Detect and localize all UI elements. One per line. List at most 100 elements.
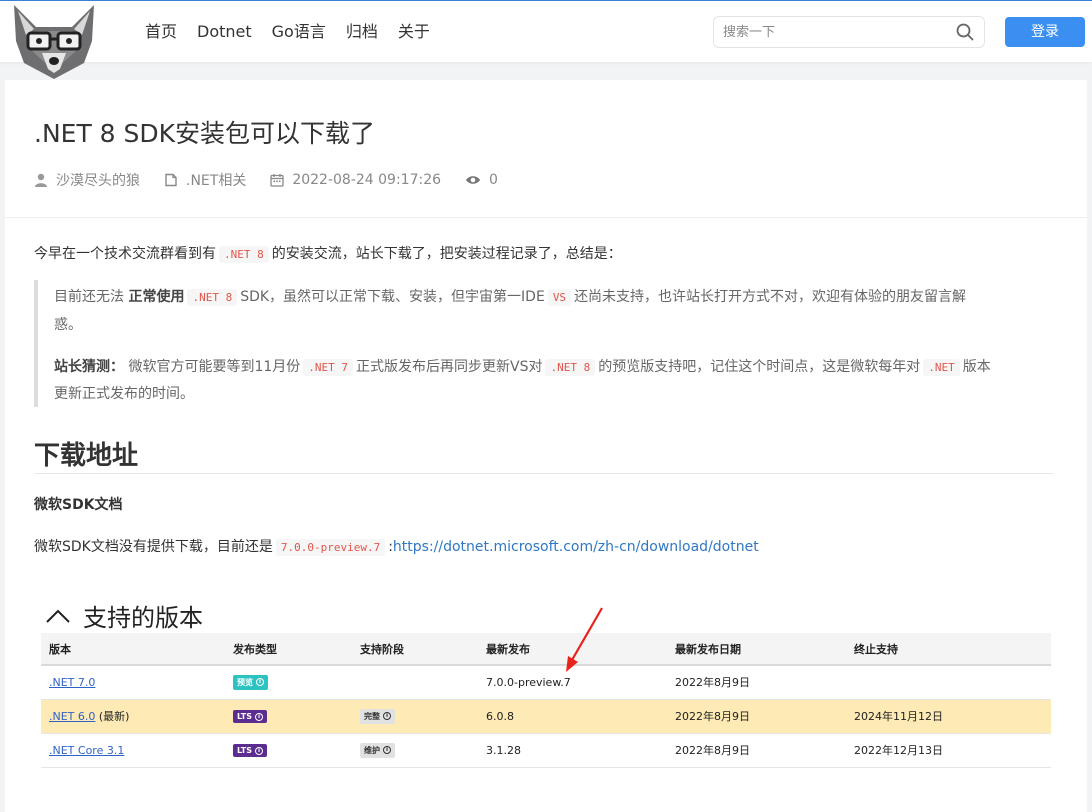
table-row: .NET 7.0 预览 i 7.0.0-preview.7 2022年8月9日: [41, 665, 1051, 700]
search-input[interactable]: [714, 17, 944, 47]
nav-item-archive[interactable]: 归档: [346, 21, 378, 43]
inline-code: .NET 8: [545, 359, 596, 376]
eol-cell: 2024年11月12日: [846, 699, 1051, 734]
versions-screenshot: 支持的版本 版本 发布类型 支持阶段 最新发布 最新发布日期 终止支持 .NET…: [41, 598, 1051, 778]
col-header: 版本: [41, 633, 225, 666]
calendar-icon: [270, 174, 284, 187]
view-count: 0: [489, 172, 498, 188]
subsection-heading: 微软SDK文档: [34, 497, 123, 513]
meta-author[interactable]: 沙漠尽头的狼: [34, 170, 140, 190]
nav-item-go[interactable]: Go语言: [272, 21, 326, 43]
info-icon[interactable]: i: [256, 678, 264, 687]
chevron-up-icon[interactable]: [45, 608, 71, 624]
quote-text: 正式版发布后再同步更新VS对: [356, 359, 543, 375]
col-header: 支持阶段: [352, 633, 478, 666]
section-divider: [34, 473, 1054, 474]
version-cell: .NET 7.0: [41, 665, 225, 700]
info-icon[interactable]: i: [383, 746, 391, 754]
meta-views: 0: [465, 172, 498, 188]
info-icon[interactable]: i: [255, 746, 263, 755]
user-icon: [35, 173, 47, 187]
type-cell: 预览 i: [225, 665, 352, 700]
release-type-badge: LTS i: [233, 710, 267, 723]
type-cell: LTS i: [225, 733, 352, 768]
badge-label: LTS: [237, 712, 252, 721]
release-type-badge: LTS i: [233, 744, 267, 757]
main-nav: 首页 Dotnet Go语言 归档 关于: [145, 21, 450, 43]
quote-text: 微软官方可能要等到11月份: [124, 359, 301, 375]
phase-cell: 维护 i: [352, 733, 478, 768]
col-header: 发布类型: [225, 633, 352, 666]
quote-line-4: 更新正式发布的时间。: [54, 386, 194, 402]
quote-text: SDK，虽然可以正常下载、安装，但宇宙第一IDE: [240, 289, 545, 305]
intro-text-after: 的安装交流，站长下载了，把安装过程记录了，总结是：: [271, 246, 622, 262]
inline-code: .NET 8: [219, 246, 269, 263]
quote-line-3: 站长猜测： 微软官方可能要等到11月份 .NET 7 正式版发布后再同步更新VS对.…: [54, 357, 991, 378]
date-cell: 2022年8月9日: [667, 665, 846, 700]
meta-category[interactable]: .NET相关: [164, 170, 246, 190]
support-phase-badge: 完整 i: [360, 708, 395, 724]
versions-title-text: 支持的版本: [83, 604, 203, 632]
version-link[interactable]: .NET 7.0: [49, 676, 95, 689]
support-phase-badge: 维护 i: [360, 742, 395, 758]
inline-code: .NET: [923, 359, 960, 376]
article-title: .NET 8 SDK安装包可以下载了: [34, 119, 376, 148]
quote-text: 的预览版支持吧，记住这个时间点，这是微软每年对: [598, 359, 921, 375]
download-paragraph: 微软SDK文档没有提供下载，目前还是 7.0.0-preview.7:https:…: [34, 537, 759, 558]
phase-cell: 完整 i: [352, 699, 478, 734]
download-link[interactable]: https://dotnet.microsoft.com/zh-cn/downl…: [393, 539, 759, 555]
col-header: 最新发布日期: [667, 633, 846, 666]
nav-item-about[interactable]: 关于: [398, 21, 430, 43]
eol-cell: 2022年12月13日: [846, 733, 1051, 768]
red-arrow-icon: [566, 607, 603, 672]
blockquote: 目前还无法 正常使用 .NET 8 SDK，虽然可以正常下载、安装，但宇宙第一IDE…: [34, 280, 1054, 407]
site-header: 首页 Dotnet Go语言 归档 关于 登录: [0, 0, 1092, 79]
type-cell: LTS i: [225, 699, 352, 734]
article-card: .NET 8 SDK安装包可以下载了 沙漠尽头的狼 .NET相关 2022-08…: [5, 80, 1087, 812]
info-icon[interactable]: i: [383, 712, 391, 720]
col-header: 终止支持: [846, 633, 1051, 666]
phase-cell: [352, 665, 478, 700]
inline-code: 7.0.0-preview.7: [275, 539, 386, 556]
quote-bold: 站长猜测：: [54, 359, 124, 375]
meta-divider: [5, 217, 1087, 218]
intro-paragraph: 今早在一个技术交流群看到有 .NET 8 的安装交流，站长下载了，把安装过程记录了，…: [34, 244, 622, 265]
latest-cell: 3.1.28: [478, 733, 667, 768]
badge-label: 预览: [237, 677, 253, 687]
version-link[interactable]: .NET 6.0: [49, 710, 95, 723]
search-icon[interactable]: [956, 23, 974, 41]
table-header-row: 版本 发布类型 支持阶段 最新发布 最新发布日期 终止支持: [41, 633, 1051, 666]
article-meta: 沙漠尽头的狼 .NET相关 2022-08-24 09:17:26 0: [34, 170, 522, 190]
nav-item-dotnet[interactable]: Dotnet: [197, 21, 252, 43]
table-row: .NET Core 3.1 LTS i 维护 i 3.1.28 2022年8月9日 …: [41, 733, 1051, 768]
info-icon[interactable]: i: [255, 712, 263, 721]
version-suffix: (最新): [95, 710, 130, 723]
badge-label: LTS: [237, 746, 252, 755]
login-button[interactable]: 登录: [1005, 17, 1085, 47]
wolf-logo-icon[interactable]: [6, 1, 102, 81]
versions-table: 版本 发布类型 支持阶段 最新发布 最新发布日期 终止支持 .NET 7.0 预…: [41, 633, 1051, 768]
date-cell: 2022年8月9日: [667, 699, 846, 734]
date-cell: 2022年8月9日: [667, 733, 846, 768]
badge-label: 维护: [364, 745, 380, 755]
category-name: .NET相关: [186, 173, 247, 189]
version-link[interactable]: .NET Core 3.1: [49, 744, 124, 757]
version-cell: .NET 6.0 (最新): [41, 699, 225, 734]
eol-cell: [846, 665, 1051, 700]
download-text: 微软SDK文档没有提供下载，目前还是: [34, 539, 273, 555]
section-heading: 下载地址: [34, 441, 139, 471]
folder-icon: [165, 173, 177, 187]
quote-line-2: 惑。: [54, 317, 82, 333]
latest-cell: 6.0.8: [478, 699, 667, 734]
release-type-badge: 预览 i: [233, 674, 268, 690]
nav-item-home[interactable]: 首页: [145, 21, 177, 43]
intro-text-before: 今早在一个技术交流群看到有: [34, 246, 216, 262]
search-box: [713, 16, 985, 48]
versions-title: 支持的版本: [45, 598, 203, 633]
quote-text: 版本: [962, 359, 991, 375]
inline-code: .NET 8: [187, 289, 238, 306]
inline-code: .NET 7: [303, 359, 354, 376]
table-row: .NET 6.0 (最新) LTS i 完整 i 6.0.8 2022年8月9日 2…: [41, 699, 1051, 734]
post-date: 2022-08-24 09:17:26: [292, 172, 442, 188]
quote-text: 目前还无法: [54, 289, 129, 305]
